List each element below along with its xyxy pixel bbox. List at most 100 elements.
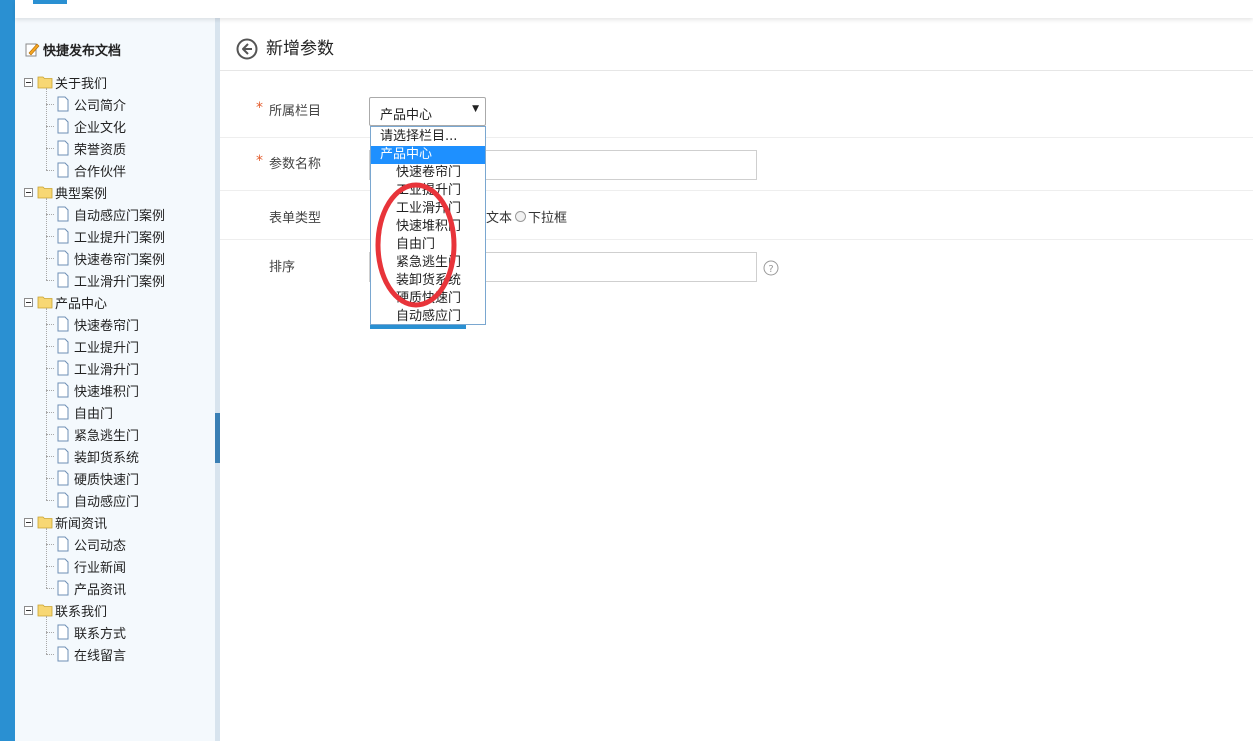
- sidebar-scrollbar-track: [215, 18, 220, 741]
- tree-folder[interactable]: 产品中心: [24, 292, 107, 312]
- tree-item[interactable]: 产品资讯: [56, 578, 126, 598]
- tree-item-label: 公司简介: [74, 98, 127, 114]
- tree-connector: [46, 632, 54, 633]
- tree-item[interactable]: 工业提升门: [56, 336, 139, 356]
- tree-item-label: 企业文化: [74, 120, 127, 136]
- radio-text-label[interactable]: 文本: [486, 207, 512, 226]
- tree-connector: [46, 88, 47, 170]
- tree-item[interactable]: 硬质快速门: [56, 468, 139, 488]
- column-dropdown-list: 请选择栏目... 产品中心 快速卷帘门 工业提升门 工业滑升门 快速堆积门 自由门 紧急逃生门…: [370, 126, 486, 325]
- tree-connector: [46, 346, 54, 347]
- dropdown-option[interactable]: 快速堆积门: [371, 218, 485, 236]
- sidebar-title[interactable]: 快捷发布文档: [24, 40, 122, 59]
- tree-folder[interactable]: 典型案例: [24, 182, 107, 202]
- document-icon: [57, 206, 69, 222]
- tree-item[interactable]: 工业滑升门案例: [56, 270, 165, 290]
- edit-document-icon: [25, 43, 40, 57]
- tree-folder[interactable]: 新闻资讯: [24, 512, 107, 532]
- page-header: [220, 18, 1253, 71]
- dropdown-option[interactable]: 快速卷帘门: [371, 164, 485, 182]
- tree-item[interactable]: 快速卷帘门: [56, 314, 139, 334]
- tree-item[interactable]: 公司简介: [56, 94, 126, 114]
- tree-item-label: 工业滑升门案例: [74, 274, 166, 290]
- document-icon: [57, 492, 69, 508]
- collapse-toggle-icon[interactable]: [24, 297, 33, 307]
- document-icon: [57, 470, 69, 486]
- tree-item[interactable]: 自由门: [56, 402, 113, 422]
- tree-connector: [46, 214, 54, 215]
- dropdown-option[interactable]: 硬质快速门: [371, 290, 485, 308]
- tree-connector: [46, 616, 47, 654]
- radio-dropdown[interactable]: [515, 211, 527, 222]
- page-title: 新增参数: [266, 39, 334, 59]
- dropdown-option[interactable]: 装卸货系统: [371, 272, 485, 290]
- document-icon: [57, 448, 69, 464]
- tree-item[interactable]: 企业文化: [56, 116, 126, 136]
- sidebar-title-label: 快捷发布文档: [43, 43, 122, 59]
- document-icon: [57, 360, 69, 376]
- tree-connector: [46, 654, 54, 655]
- tree-connector: [46, 544, 54, 545]
- help-icon[interactable]: ?: [763, 260, 779, 276]
- collapse-toggle-icon[interactable]: [24, 605, 33, 615]
- tree-item[interactable]: 在线留言: [56, 644, 126, 664]
- tree-item[interactable]: 自动感应门案例: [56, 204, 165, 224]
- svg-text:?: ?: [768, 264, 773, 275]
- column-label: 所属栏目: [269, 104, 322, 119]
- dropdown-option[interactable]: 产品中心: [371, 146, 485, 164]
- top-bar: [15, 0, 1253, 18]
- document-icon: [57, 96, 69, 112]
- document-icon: [57, 624, 69, 640]
- dropdown-option[interactable]: 工业滑升门: [371, 200, 485, 218]
- tree-item-label: 紧急逃生门: [74, 428, 140, 444]
- tree-item[interactable]: 荣誉资质: [56, 138, 126, 158]
- tree-item[interactable]: 合作伙伴: [56, 160, 126, 180]
- document-icon: [57, 118, 69, 134]
- collapse-toggle-icon[interactable]: [24, 517, 33, 527]
- tree-item[interactable]: 工业提升门案例: [56, 226, 165, 246]
- logo: [33, 0, 67, 4]
- collapse-toggle-icon[interactable]: [24, 187, 33, 197]
- tree-connector: [46, 588, 54, 589]
- radio-dropdown-label[interactable]: 下拉框: [528, 207, 567, 226]
- dropdown-option[interactable]: 自由门: [371, 236, 485, 254]
- tree-connector: [46, 126, 54, 127]
- column-select[interactable]: 产品中心 ▼: [369, 97, 486, 126]
- tree-folder-label: 新闻资讯: [55, 516, 108, 532]
- tree-item-label: 合作伙伴: [74, 164, 127, 180]
- tree-item[interactable]: 行业新闻: [56, 556, 126, 576]
- dropdown-option[interactable]: 工业提升门: [371, 182, 485, 200]
- tree-item[interactable]: 自动感应门: [56, 490, 139, 510]
- tree-folder[interactable]: 关于我们: [24, 72, 107, 92]
- tree-connector: [46, 148, 54, 149]
- tree-item[interactable]: 工业滑升门: [56, 358, 139, 378]
- document-icon: [57, 272, 69, 288]
- tree-folder[interactable]: 联系我们: [24, 600, 107, 620]
- collapse-toggle-icon[interactable]: [24, 77, 33, 87]
- folder-icon: [37, 516, 53, 529]
- tree-item[interactable]: 联系方式: [56, 622, 126, 642]
- required-mark: *: [256, 100, 263, 116]
- tree-item-label: 装卸货系统: [74, 450, 140, 466]
- tree-connector: [46, 500, 54, 501]
- document-icon: [57, 426, 69, 442]
- back-arrow-icon[interactable]: [236, 38, 258, 60]
- tree-item[interactable]: 装卸货系统: [56, 446, 139, 466]
- tree-item[interactable]: 快速卷帘门案例: [56, 248, 165, 268]
- tree-item-label: 自由门: [74, 406, 114, 422]
- tree-item[interactable]: 快速堆积门: [56, 380, 139, 400]
- tree-item[interactable]: 紧急逃生门: [56, 424, 139, 444]
- dropdown-option[interactable]: 自动感应门: [371, 308, 485, 326]
- tree-item-label: 自动感应门: [74, 494, 140, 510]
- folder-icon: [37, 76, 53, 89]
- sort-label: 排序: [269, 260, 296, 275]
- required-mark: *: [256, 153, 263, 169]
- sidebar-scrollbar-thumb[interactable]: [215, 413, 220, 463]
- tree-item[interactable]: 公司动态: [56, 534, 126, 554]
- dropdown-option[interactable]: 紧急逃生门: [371, 254, 485, 272]
- dropdown-option[interactable]: 请选择栏目...: [371, 128, 485, 146]
- tree-connector: [46, 280, 54, 281]
- chevron-down-icon: ▼: [472, 104, 479, 114]
- tree-item-label: 工业滑升门: [74, 362, 140, 378]
- document-icon: [57, 646, 69, 662]
